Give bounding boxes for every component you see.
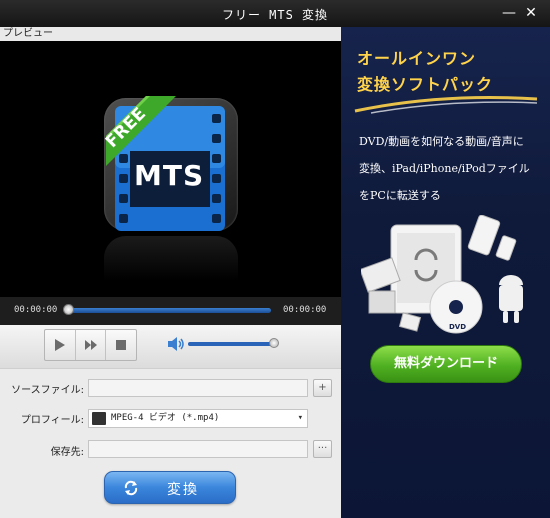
mts-logo-text: MTS bbox=[134, 159, 205, 192]
source-file-label: ソースファイル: bbox=[11, 385, 84, 396]
convert-label: 変換 bbox=[167, 482, 199, 498]
seek-bar: 00:00:00 00:00:00 bbox=[0, 297, 341, 325]
volume-handle[interactable] bbox=[268, 338, 279, 348]
mts-logo: FREE MTS bbox=[100, 96, 240, 286]
video-preview: FREE MTS bbox=[0, 41, 341, 297]
destination-label: 保存先: bbox=[50, 447, 84, 458]
playback-controls bbox=[0, 325, 341, 369]
stop-icon bbox=[116, 340, 127, 350]
current-time: 00:00:00 bbox=[14, 305, 58, 315]
swoosh-decoration bbox=[354, 96, 538, 114]
transport-buttons bbox=[44, 329, 137, 361]
profile-label: プロフィール: bbox=[20, 415, 84, 426]
fast-forward-button[interactable] bbox=[76, 330, 107, 360]
preview-label: プレビュー bbox=[0, 27, 341, 41]
stop-button[interactable] bbox=[106, 330, 136, 360]
seek-track[interactable] bbox=[66, 308, 271, 313]
total-time: 00:00:00 bbox=[283, 305, 327, 315]
window-title: フリー MTS 変換 bbox=[221, 8, 329, 22]
minimize-button[interactable]: — bbox=[500, 4, 518, 22]
profile-select[interactable]: MPEG-4 ビデオ (*.mp4) ▾ bbox=[88, 409, 308, 428]
title-bar: フリー MTS 変換 — ✕ bbox=[0, 0, 550, 27]
promo-headline-1: オールインワン bbox=[357, 49, 477, 68]
film-format-icon bbox=[92, 412, 106, 425]
volume-icon[interactable] bbox=[167, 336, 185, 352]
promo-description: DVD/動画を如何なる動画/音声に 変換、iPad/iPhone/iPodファイ… bbox=[359, 128, 544, 209]
play-icon bbox=[54, 339, 65, 351]
add-source-button[interactable]: + bbox=[313, 379, 332, 397]
main-panel: プレビュー FREE MTS 00:00:00 00:00:00 ソースファイル… bbox=[0, 27, 341, 518]
close-button[interactable]: ✕ bbox=[522, 4, 540, 22]
promo-desc-line-1: DVD/動画を如何なる動画/音声に bbox=[359, 135, 524, 148]
devices-illustration-icon: DVD bbox=[361, 215, 523, 334]
source-file-input[interactable] bbox=[88, 379, 308, 397]
promo-desc-line-3: をPCに転送する bbox=[359, 189, 441, 202]
volume-slider[interactable] bbox=[188, 342, 278, 346]
free-download-button[interactable]: 無料ダウンロード bbox=[370, 345, 522, 383]
dvd-label: DVD bbox=[449, 323, 466, 331]
logo-reflection bbox=[104, 236, 238, 286]
browse-destination-button[interactable]: ··· bbox=[313, 440, 332, 458]
promo-panel: オールインワン 変換ソフトパック DVD/動画を如何なる動画/音声に 変換、iP… bbox=[341, 27, 550, 518]
seek-handle[interactable] bbox=[63, 304, 74, 315]
chevron-down-icon: ▾ bbox=[297, 413, 303, 423]
convert-button[interactable]: 変換 bbox=[104, 471, 236, 504]
fast-forward-icon bbox=[84, 340, 97, 350]
destination-input[interactable] bbox=[88, 440, 308, 458]
profile-selected-value: MPEG-4 ビデオ (*.mp4) bbox=[111, 413, 220, 423]
refresh-icon bbox=[124, 480, 138, 496]
play-button[interactable] bbox=[45, 330, 76, 360]
promo-desc-line-2: 変換、iPad/iPhone/iPodファイル bbox=[359, 162, 530, 175]
